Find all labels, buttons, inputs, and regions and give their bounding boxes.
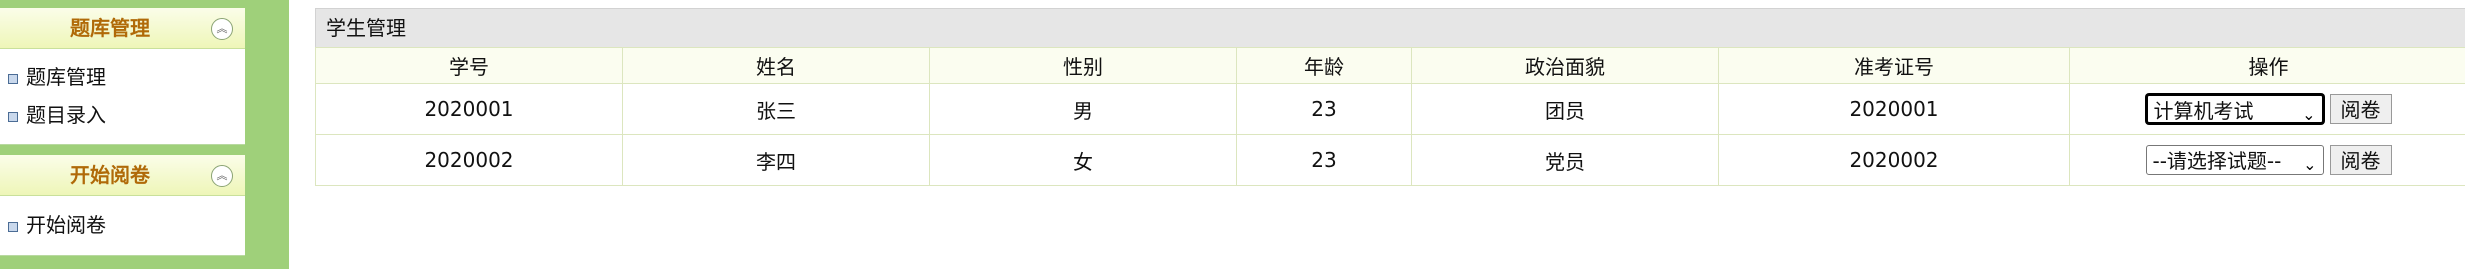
column-header: 姓名 bbox=[622, 47, 930, 84]
cell-actions: --请选择试题-- ⌄ 阅卷 bbox=[2069, 134, 2465, 186]
section-header: 学生管理 bbox=[315, 8, 2465, 48]
column-header: 政治面貌 bbox=[1411, 47, 1719, 84]
panel-header[interactable]: 开始阅卷 ︽ bbox=[0, 155, 245, 196]
panel-question-bank: 题库管理 ︽ 题库管理 题目录入 bbox=[0, 8, 245, 145]
cell-political-status: 党员 bbox=[1411, 134, 1719, 186]
panel-title: 开始阅卷 bbox=[70, 163, 150, 187]
exam-select[interactable]: 计算机考试 ⌄ bbox=[2145, 94, 2324, 124]
chevron-down-icon: ⌄ bbox=[2303, 155, 2317, 174]
cell-gender: 女 bbox=[929, 134, 1237, 186]
cell-exam-number: 2020001 bbox=[1718, 83, 2070, 135]
cell-gender: 男 bbox=[929, 83, 1237, 135]
sidebar-item-label: 题库管理 bbox=[26, 65, 106, 89]
cell-name: 李四 bbox=[622, 134, 930, 186]
cell-student-id: 2020001 bbox=[315, 83, 623, 135]
page-title: 学生管理 bbox=[326, 16, 406, 40]
cell-age: 23 bbox=[1236, 83, 1412, 135]
sidebar-item-label: 题目录入 bbox=[26, 103, 106, 127]
grade-button[interactable]: 阅卷 bbox=[2329, 94, 2392, 124]
table-header-row: 学号 姓名 性别 年龄 政治面貌 准考证号 操作 bbox=[315, 47, 2465, 84]
table-row: 2020002 李四 女 23 党员 2020002 --请选择试题-- ⌄ 阅卷 bbox=[315, 134, 2465, 186]
panel-header[interactable]: 题库管理 ︽ bbox=[0, 8, 245, 49]
column-header: 年龄 bbox=[1236, 47, 1412, 84]
cell-student-id: 2020002 bbox=[315, 134, 623, 186]
column-header: 学号 bbox=[315, 47, 623, 84]
cell-exam-number: 2020002 bbox=[1718, 134, 2070, 186]
sidebar-item-label: 开始阅卷 bbox=[26, 213, 106, 237]
bullet-icon bbox=[8, 73, 18, 84]
chevron-down-icon: ⌄ bbox=[2302, 105, 2316, 124]
panel-start-grading: 开始阅卷 ︽ 开始阅卷 bbox=[0, 155, 245, 256]
exam-select-value: 计算机考试 bbox=[2153, 99, 2254, 123]
collapse-icon[interactable]: ︽ bbox=[211, 165, 233, 187]
cell-name: 张三 bbox=[622, 83, 930, 135]
exam-select[interactable]: --请选择试题-- ⌄ bbox=[2145, 145, 2324, 175]
table-row: 2020001 张三 男 23 团员 2020001 计算机考试 ⌄ 阅卷 bbox=[315, 83, 2465, 135]
student-table: 学号 姓名 性别 年龄 政治面貌 准考证号 操作 2020001 张三 男 23… bbox=[315, 47, 2465, 186]
column-header: 性别 bbox=[929, 47, 1237, 84]
cell-age: 23 bbox=[1236, 134, 1412, 186]
bullet-icon bbox=[8, 221, 18, 232]
bullet-icon bbox=[8, 111, 18, 122]
cell-political-status: 团员 bbox=[1411, 83, 1719, 135]
grade-button[interactable]: 阅卷 bbox=[2329, 145, 2392, 175]
cell-actions: 计算机考试 ⌄ 阅卷 bbox=[2069, 83, 2465, 135]
sidebar: 题库管理 ︽ 题库管理 题目录入 开始阅卷 ︽ 开始阅卷 bbox=[0, 0, 289, 269]
panel-title: 题库管理 bbox=[70, 16, 150, 40]
column-header: 操作 bbox=[2069, 47, 2465, 84]
exam-select-value: --请选择试题-- bbox=[2152, 149, 2282, 173]
sidebar-item-question-entry[interactable]: 题目录入 bbox=[8, 100, 106, 130]
collapse-icon[interactable]: ︽ bbox=[211, 18, 233, 40]
sidebar-item-question-bank[interactable]: 题库管理 bbox=[8, 62, 106, 92]
column-header: 准考证号 bbox=[1718, 47, 2070, 84]
sidebar-item-start-grading[interactable]: 开始阅卷 bbox=[8, 210, 106, 240]
